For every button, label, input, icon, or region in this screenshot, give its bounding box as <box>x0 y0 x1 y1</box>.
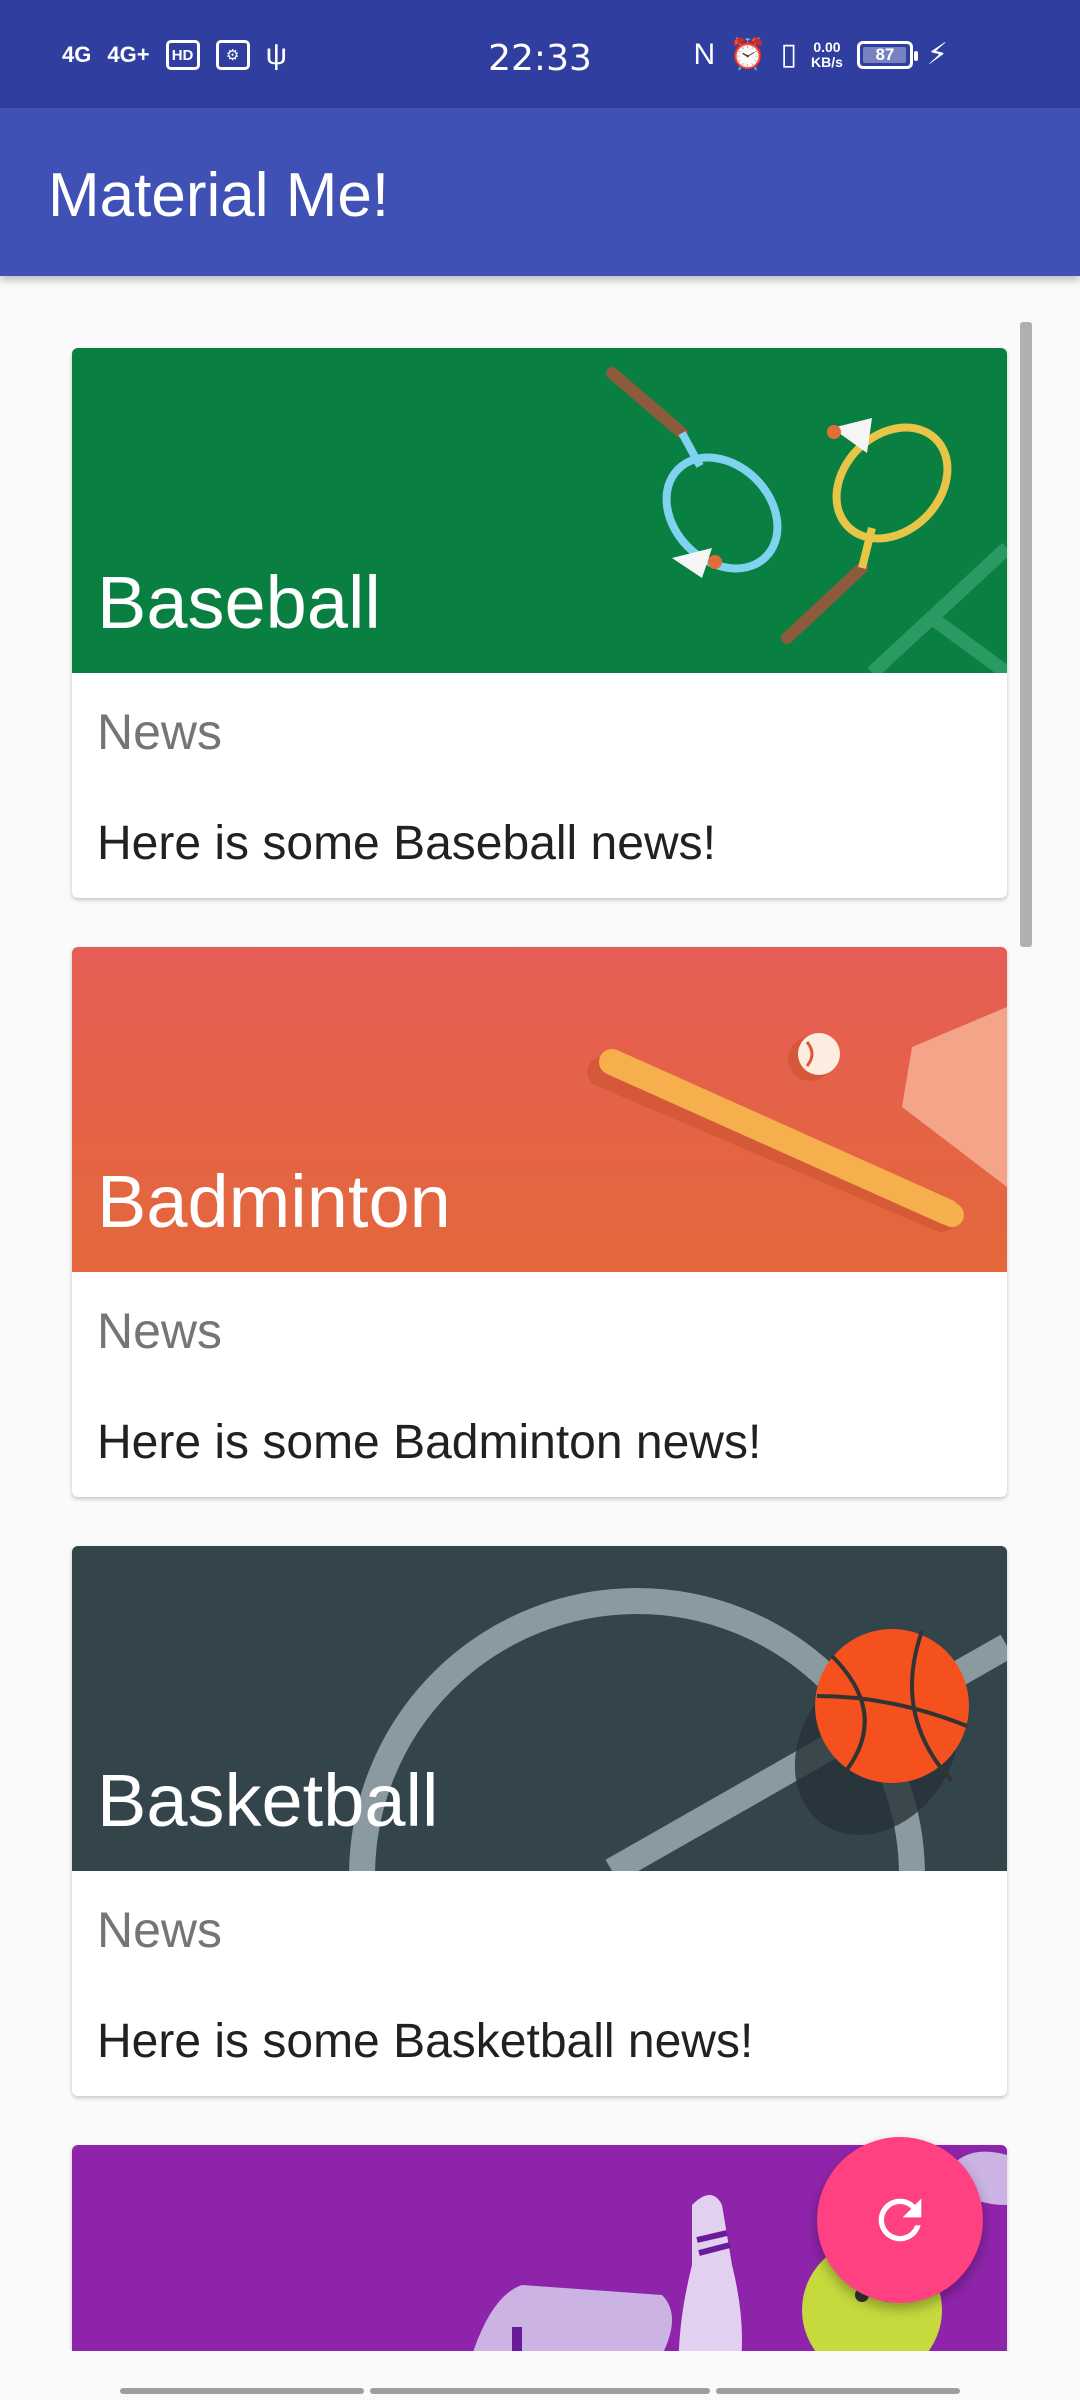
sport-card-title: Badminton <box>97 1160 451 1243</box>
sport-card[interactable]: Badminton News Here is some Badminton ne… <box>72 947 1007 1497</box>
navigation-bar <box>0 2351 1080 2400</box>
sport-card-image: Badminton <box>72 947 1007 1272</box>
status-bar: 4G 4G+ HD ⚙ ψ 22:33 N ⏰ ▯ 0.00 KB/s 87 ⚡ <box>0 0 1080 108</box>
alarm-icon: ⏰ <box>729 38 767 71</box>
sport-card-text: Here is some Baseball news! <box>97 817 716 870</box>
scrollbar[interactable] <box>1020 322 1032 947</box>
sport-card[interactable]: Basketball News Here is some Basketball … <box>72 1546 1007 2096</box>
sport-card-title: Baseball <box>97 561 381 644</box>
status-right-icons: N ⏰ ▯ 0.00 KB/s 87 ⚡ <box>693 40 948 70</box>
nav-gesture-segment[interactable] <box>120 2388 364 2394</box>
app-bar: Material Me! <box>0 108 1080 276</box>
nfc-icon: N <box>693 38 716 71</box>
app-title: Material Me! <box>48 161 390 230</box>
network-speed-unit: KB/s <box>811 54 843 70</box>
battery-level: 87 <box>875 45 895 64</box>
refresh-icon <box>878 2198 922 2242</box>
sports-list[interactable]: Baseball News Here is some Baseball news… <box>0 276 1080 2351</box>
network-speed-value: 0.00 <box>813 39 841 55</box>
network-speed: 0.00 KB/s <box>811 40 843 70</box>
nav-gesture-segment[interactable] <box>716 2388 960 2394</box>
sport-card-subtitle: News <box>97 704 223 760</box>
sport-card-text: Here is some Badminton news! <box>97 1416 762 1469</box>
sport-card-image: Basketball <box>72 1546 1007 1871</box>
sport-card-image: Baseball <box>72 348 1007 673</box>
sport-card-subtitle: News <box>97 1303 223 1359</box>
nav-gesture-segment[interactable] <box>370 2388 710 2394</box>
charging-icon: ⚡ <box>926 38 948 71</box>
sport-card-text: Here is some Basketball news! <box>97 2015 754 2068</box>
sport-card[interactable]: Baseball News Here is some Baseball news… <box>72 348 1007 898</box>
sport-card-subtitle: News <box>97 1902 223 1958</box>
battery-icon: 87 <box>856 41 918 69</box>
sport-card-title: Basketball <box>97 1759 439 1842</box>
vibrate-icon: ▯ <box>780 38 798 71</box>
refresh-button[interactable] <box>817 2137 983 2303</box>
